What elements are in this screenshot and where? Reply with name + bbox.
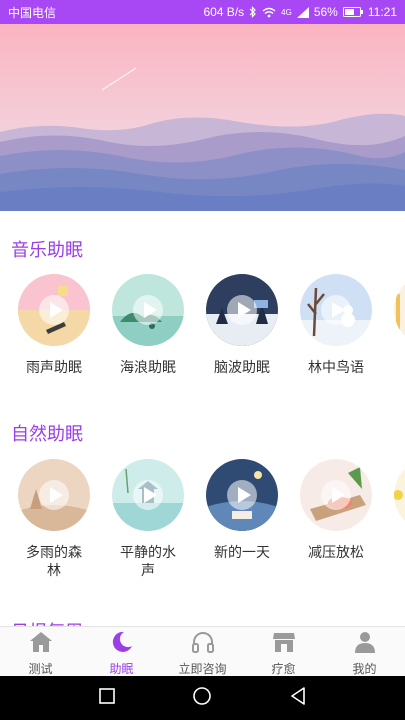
- music-sleep-row[interactable]: 雨声助眠 海浪助眠 脑波助眠 林中鸟语: [0, 274, 405, 394]
- recent-apps-icon[interactable]: [99, 687, 115, 709]
- signal-icon: [296, 6, 309, 18]
- next-scene-icon: [394, 274, 405, 346]
- fish-table-scene-icon: [300, 459, 372, 531]
- card-rain[interactable]: 雨声助眠: [14, 274, 94, 376]
- network-type: 4G: [281, 7, 292, 17]
- network-speed: 604 B/s: [203, 5, 245, 19]
- wifi-icon: [262, 7, 276, 18]
- card-rainy-forest[interactable]: 多雨的森林: [14, 459, 94, 579]
- status-indicators: 604 B/s 4G 56% 11:21: [203, 5, 397, 19]
- play-icon[interactable]: [133, 295, 163, 325]
- play-icon[interactable]: [133, 480, 163, 510]
- dawn-village-scene-icon: [206, 459, 278, 531]
- play-icon[interactable]: [39, 480, 69, 510]
- hero-banner[interactable]: [0, 24, 405, 211]
- tab-label: 立即咨询: [178, 662, 227, 676]
- play-icon[interactable]: [227, 295, 257, 325]
- tab-test[interactable]: 测试: [0, 627, 81, 676]
- tab-label: 助眠: [109, 662, 134, 676]
- battery-percent: 56%: [313, 5, 338, 19]
- clock: 11:21: [367, 5, 397, 19]
- play-icon[interactable]: [321, 480, 351, 510]
- card-label: 海浪助眠: [120, 359, 176, 375]
- rainy-forest-scene-icon: [18, 459, 90, 531]
- card-label: 平静的水声: [120, 544, 176, 578]
- tab-mine[interactable]: 我的: [324, 627, 405, 676]
- tab-consult[interactable]: 立即咨询: [162, 627, 243, 676]
- system-nav-bar: [0, 676, 405, 720]
- sea-island-scene-icon: [112, 274, 184, 346]
- moon-icon: [111, 631, 133, 658]
- nature-sleep-row[interactable]: 多雨的森林 平静的水声 新的一天 减压放松: [0, 459, 405, 579]
- play-icon[interactable]: [321, 295, 351, 325]
- tab-healing[interactable]: 疗愈: [243, 627, 324, 676]
- rain-scene-icon: [18, 274, 90, 346]
- card-sea[interactable]: 海浪助眠: [108, 274, 188, 376]
- card-label: 林中鸟语: [308, 359, 364, 375]
- shop-icon: [272, 631, 296, 658]
- card-label: 雨声助眠: [26, 359, 82, 375]
- card-next-partial[interactable]: [390, 459, 405, 531]
- status-bar: 中国电信 604 B/s 4G 56% 11:21: [0, 0, 405, 24]
- back-icon[interactable]: [290, 686, 306, 710]
- next-scene-icon: [394, 459, 405, 531]
- winter-tree-scene-icon: [300, 274, 372, 346]
- home-icon: [29, 631, 53, 658]
- person-icon: [353, 631, 377, 658]
- home-button-icon[interactable]: [192, 686, 212, 711]
- tab-label: 测试: [28, 662, 53, 676]
- headphones-icon: [191, 631, 215, 658]
- card-relax[interactable]: 减压放松: [296, 459, 376, 561]
- play-icon[interactable]: [227, 480, 257, 510]
- pagoda-water-scene-icon: [112, 459, 184, 531]
- card-label: 多雨的森林: [26, 544, 82, 578]
- play-icon[interactable]: [39, 295, 69, 325]
- card-new-day[interactable]: 新的一天: [202, 459, 282, 561]
- mountain-landscape-image: [0, 24, 405, 211]
- section-title-music: 音乐助眠: [11, 240, 83, 260]
- tab-sleep[interactable]: 助眠: [81, 627, 162, 676]
- tab-label: 疗愈: [271, 662, 296, 676]
- bottom-tab-bar: 测试 助眠 立即咨询 疗愈 我的: [0, 626, 405, 676]
- card-brainwave[interactable]: 脑波助眠: [202, 274, 282, 376]
- carrier-label: 中国电信: [8, 5, 57, 20]
- bluetooth-icon: [249, 6, 257, 18]
- battery-icon: [342, 7, 363, 17]
- card-label: 脑波助眠: [214, 359, 270, 375]
- card-next-partial[interactable]: [390, 274, 405, 346]
- section-title-nature: 自然助眠: [11, 424, 83, 444]
- card-label: 新的一天: [214, 544, 270, 560]
- card-label: 减压放松: [308, 544, 364, 560]
- tab-label: 我的: [352, 662, 377, 676]
- card-birds[interactable]: 林中鸟语: [296, 274, 376, 376]
- night-forest-scene-icon: [206, 274, 278, 346]
- card-calm-water[interactable]: 平静的水声: [108, 459, 188, 579]
